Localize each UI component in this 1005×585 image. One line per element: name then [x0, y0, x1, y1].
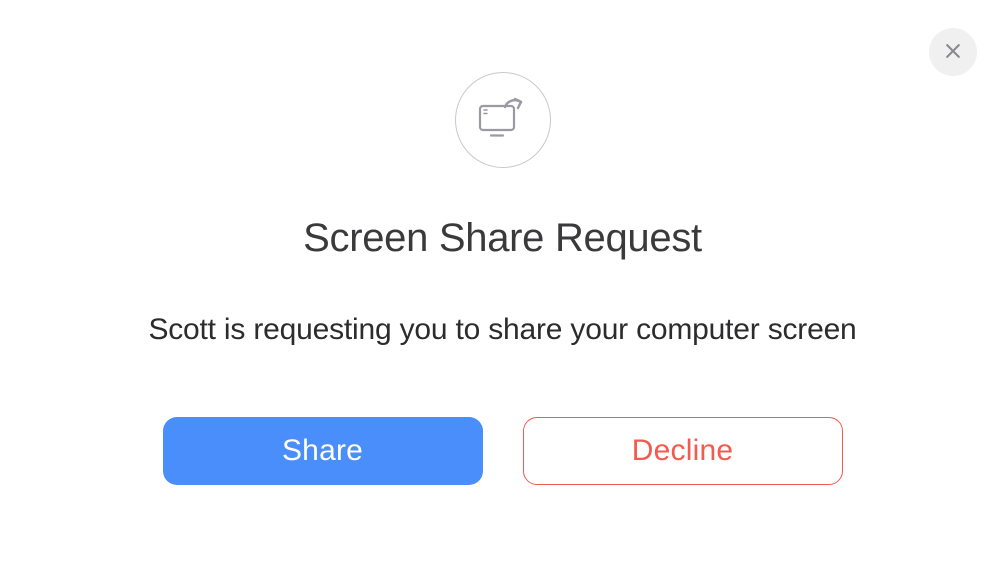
decline-button[interactable]: Decline [523, 417, 843, 485]
close-button[interactable] [929, 28, 977, 76]
screen-share-icon [477, 96, 529, 145]
screen-share-dialog: Screen Share Request Scott is requesting… [0, 0, 1005, 585]
close-icon [943, 41, 963, 64]
dialog-icon-container [455, 72, 551, 168]
button-row: Share Decline [163, 417, 843, 485]
dialog-title: Screen Share Request [303, 216, 702, 261]
share-button[interactable]: Share [163, 417, 483, 485]
dialog-message: Scott is requesting you to share your co… [148, 313, 856, 347]
